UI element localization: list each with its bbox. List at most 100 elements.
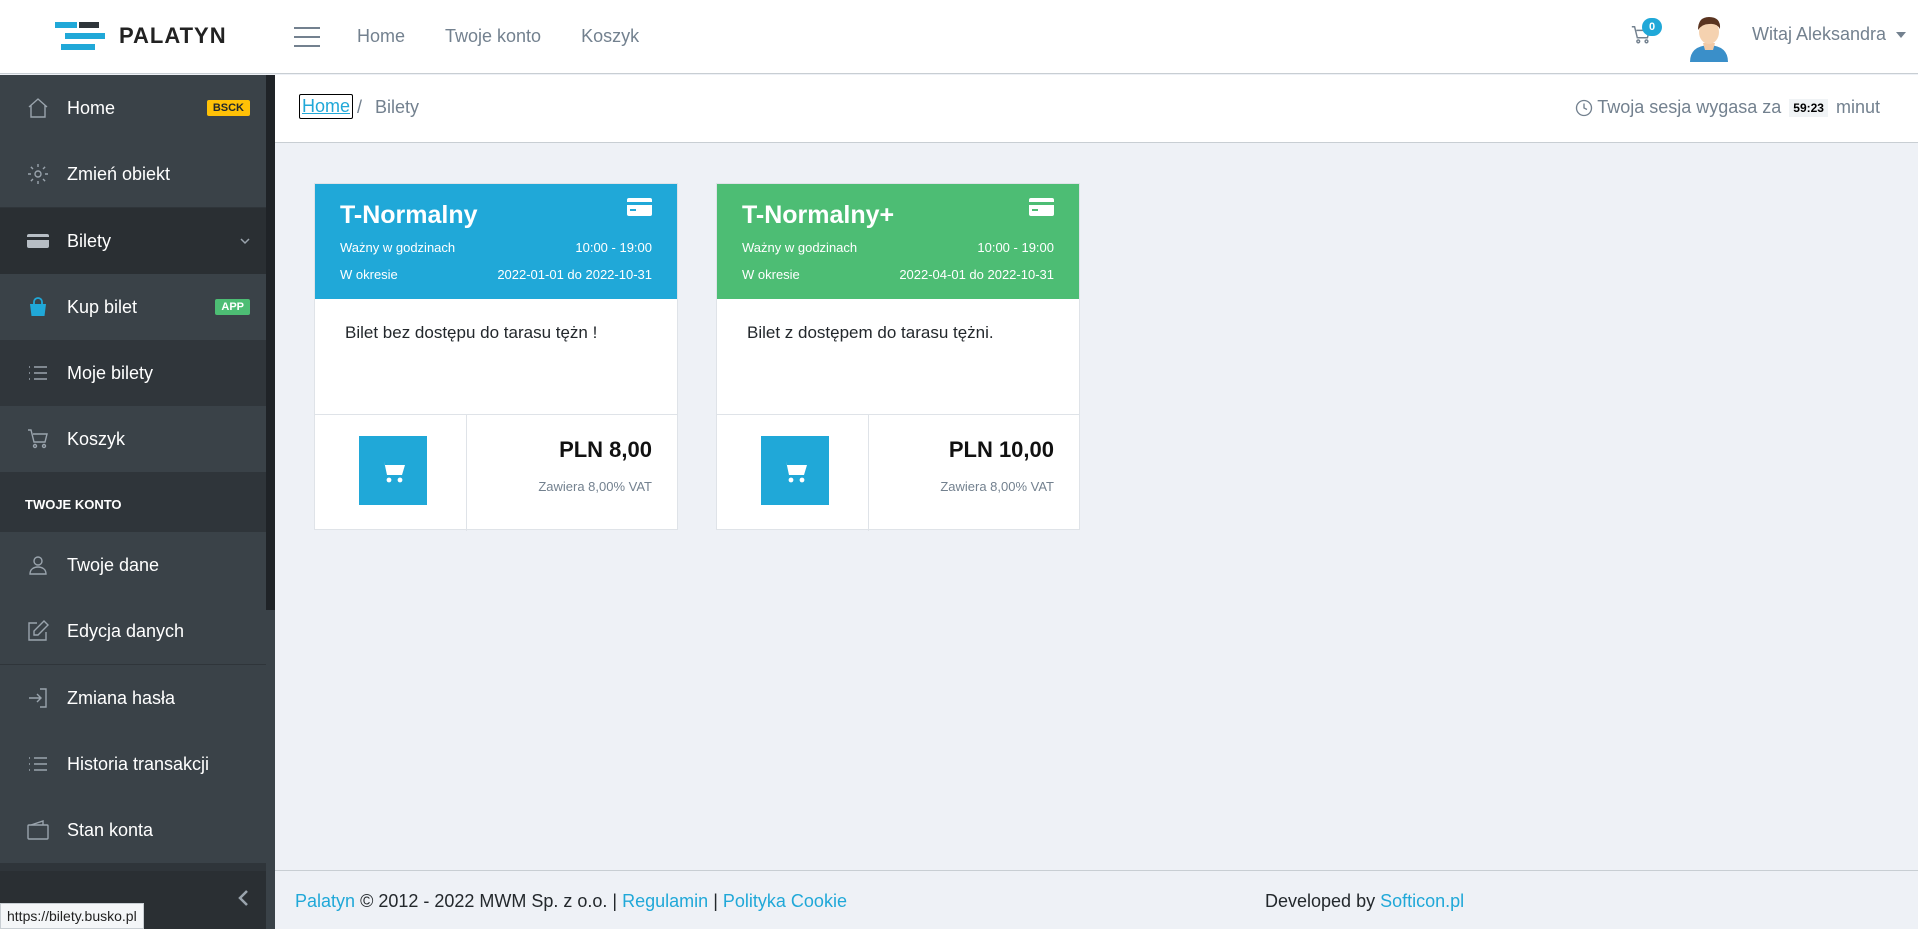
footer-developer: Developed by Softicon.pl: [1265, 891, 1464, 912]
sidebar-item-label: Zmień obiekt: [67, 163, 171, 184]
sidebar-item-transaction-history[interactable]: Historia transakcji: [0, 731, 266, 797]
ticket-hours-label: Ważny w godzinach: [742, 240, 858, 255]
ticket-vat: Zawiera 8,00% VAT: [538, 479, 652, 494]
footer-separator: |: [713, 891, 718, 911]
sidebar-item-change-password[interactable]: Zmiana hasła: [0, 665, 266, 731]
top-nav: Home Twoje konto Koszyk: [357, 26, 639, 47]
ticket-card: T-Normalny+ Ważny w godzinach 10:00 - 19…: [716, 183, 1080, 531]
gear-icon: [28, 164, 48, 184]
shopping-bag-icon: [30, 297, 46, 316]
breadcrumb-separator: /: [357, 97, 363, 117]
ticket-card-footer: PLN 8,00 Zawiera 8,00% VAT: [315, 414, 677, 531]
header-cart[interactable]: 0: [1630, 18, 1662, 46]
sidebar-item-edit-data[interactable]: Edycja danych: [0, 598, 266, 664]
ticket-period: 2022-01-01 do 2022-10-31: [497, 267, 652, 282]
avatar[interactable]: [1686, 12, 1732, 62]
breadcrumb: Home / Bilety Twoja sesja wygasa za 59:2…: [275, 75, 1918, 143]
ticket-card: T-Normalny Ważny w godzinach 10:00 - 19:…: [314, 183, 678, 531]
ticket-hours: 10:00 - 19:00: [575, 240, 652, 255]
user-menu[interactable]: Witaj Aleksandra: [1752, 24, 1907, 45]
topnav-home[interactable]: Home: [357, 26, 405, 47]
sidebar-item-label: Historia transakcji: [67, 753, 210, 774]
footer-developer-link[interactable]: Softicon.pl: [1380, 891, 1464, 911]
user-icon: [29, 556, 47, 575]
ticket-title: T-Normalny: [340, 201, 478, 229]
ticket-card-footer: PLN 10,00 Zawiera 8,00% VAT: [717, 414, 1079, 531]
cart-icon: [782, 460, 807, 482]
credit-card-icon: [27, 234, 49, 248]
ticket-period-row: W okresie 2022-01-01 do 2022-10-31: [340, 267, 652, 282]
ticket-title: T-Normalny+: [742, 201, 895, 229]
sidebar-item-label: Koszyk: [67, 428, 126, 449]
brand-logo[interactable]: PALATYN: [55, 20, 227, 52]
cart-count-badge: 0: [1642, 18, 1662, 36]
edit-icon: [28, 620, 49, 641]
menu-toggle-icon[interactable]: [294, 27, 320, 47]
footer-copyright: Palatyn © 2012 - 2022 MWM Sp. z o.o. | R…: [295, 891, 847, 912]
ticket-description: Bilet z dostępem do tarasu tężni.: [747, 323, 994, 342]
logo-icon: [55, 22, 105, 50]
sidebar-item-account-balance[interactable]: Stan konta: [0, 797, 266, 863]
footer-copyright-text: © 2012 - 2022 MWM Sp. z o.o. |: [360, 891, 618, 911]
breadcrumb-home-link[interactable]: Home: [299, 94, 354, 119]
footer-regulamin-link[interactable]: Regulamin: [622, 891, 708, 911]
sidebar-item-label: Bilety: [67, 230, 112, 251]
ticket-price: PLN 8,00: [559, 437, 652, 462]
add-to-cart-button[interactable]: [761, 436, 829, 505]
add-to-cart-button[interactable]: [359, 436, 427, 505]
ticket-period-row: W okresie 2022-04-01 do 2022-10-31: [742, 267, 1054, 282]
ticket-hours-label: Ważny w godzinach: [340, 240, 456, 255]
ticket-hours: 10:00 - 19:00: [977, 240, 1054, 255]
user-greeting: Witaj Aleksandra: [1752, 24, 1887, 44]
clock-icon: [1576, 99, 1593, 116]
sidebar-item-change-object[interactable]: Zmień obiekt: [0, 141, 266, 207]
sidebar-item-my-tickets[interactable]: Moje bilety: [0, 340, 266, 406]
session-unit: minut: [1835, 97, 1880, 117]
sidebar-item-buy-ticket[interactable]: Kup bilet APP: [0, 274, 266, 340]
credit-card-icon: [1029, 198, 1054, 216]
ticket-card-header: T-Normalny Ważny w godzinach 10:00 - 19:…: [315, 184, 677, 299]
divider: [868, 415, 869, 531]
ticket-vat: Zawiera 8,00% VAT: [940, 479, 1054, 494]
sidebar-item-label: Stan konta: [67, 819, 154, 840]
status-bar-url: https://bilety.busko.pl: [0, 903, 144, 929]
footer-developed-by: Developed by: [1265, 891, 1376, 911]
footer-cookie-link[interactable]: Polityka Cookie: [723, 891, 847, 911]
ticket-card-header: T-Normalny+ Ważny w godzinach 10:00 - 19…: [717, 184, 1079, 299]
sidebar-collapse-icon[interactable]: [233, 887, 255, 909]
sidebar-item-cart[interactable]: Koszyk: [0, 406, 266, 472]
home-icon: [28, 98, 48, 118]
ticket-price: PLN 10,00: [948, 437, 1054, 462]
credit-card-icon: [627, 198, 652, 216]
ticket-period: 2022-04-01 do 2022-10-31: [899, 267, 1054, 282]
sidebar-section-title: TWOJE KONTO: [25, 497, 122, 512]
list-icon: [29, 366, 47, 380]
sidebar-item-label: Home: [67, 97, 116, 118]
chevron-down-icon: [240, 238, 250, 245]
footer-brand-link[interactable]: Palatyn: [295, 891, 355, 911]
top-navbar: PALATYN Home Twoje konto Koszyk 0 Witaj …: [0, 0, 1918, 74]
sidebar-item-home[interactable]: Home BSCK: [0, 75, 266, 141]
breadcrumb-current: Bilety: [375, 97, 420, 117]
page-footer: Palatyn © 2012 - 2022 MWM Sp. z o.o. | R…: [275, 870, 1918, 929]
sidebar-item-label: Zmiana hasła: [67, 687, 176, 708]
chevron-down-icon: [1896, 31, 1907, 38]
list-icon: [29, 757, 47, 771]
ticket-period-label: W okresie: [742, 267, 800, 282]
sidebar-item-your-data[interactable]: Twoje dane: [0, 532, 266, 598]
session-timer: Twoja sesja wygasa za 59:23 minut: [1575, 97, 1880, 118]
badge-app: APP: [215, 299, 250, 315]
ticket-period-label: W okresie: [340, 267, 398, 282]
sidebar-scrollbar-thumb[interactable]: [266, 75, 275, 610]
sidebar-item-label: Kup bilet: [67, 296, 138, 317]
sidebar-item-tickets[interactable]: Bilety: [0, 208, 266, 274]
cart-icon: [28, 429, 48, 449]
ticket-hours-row: Ważny w godzinach 10:00 - 19:00: [742, 240, 1054, 255]
sidebar-item-label: Twoje dane: [67, 554, 160, 575]
divider: [466, 415, 467, 531]
cart-icon: [380, 460, 405, 482]
topnav-account[interactable]: Twoje konto: [445, 26, 541, 47]
badge-bsck: BSCK: [206, 100, 250, 116]
topnav-cart[interactable]: Koszyk: [581, 26, 639, 47]
wallet-icon: [27, 820, 49, 840]
